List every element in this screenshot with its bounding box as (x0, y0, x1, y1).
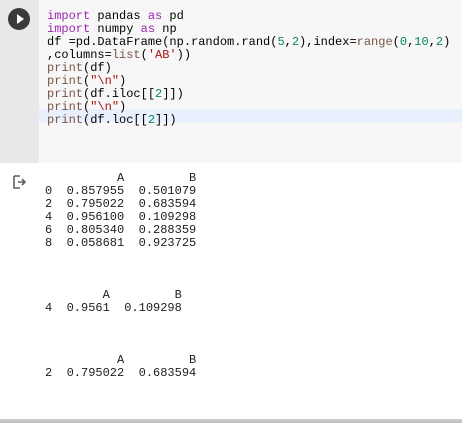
code-cell: import pandas as pd import numpy as np df … (0, 0, 462, 423)
code-token: ) (443, 35, 451, 49)
output-text: A B0 0.857955 0.501079 2 0.795022 0.68359… (45, 172, 196, 380)
code-token: (df.iloc[[ (83, 87, 156, 101)
code-text[interactable]: import pandas as pd import numpy as np df … (47, 10, 450, 127)
cell-output: A B0 0.857955 0.501079 2 0.795022 0.68359… (0, 163, 462, 421)
code-token: print (47, 87, 84, 101)
code-token: pandas (90, 9, 148, 23)
output-line: 2 0.795022 0.683594 (45, 366, 197, 380)
code-token: ),index= (299, 35, 357, 49)
code-token: ( (140, 48, 148, 62)
code-token: 2 (435, 35, 444, 49)
code-token: list (111, 48, 141, 62)
code-token: print (47, 100, 84, 114)
code-token: 5 (277, 35, 285, 49)
code-token: 2 (147, 113, 156, 127)
cell-bottom-border (0, 419, 462, 423)
code-token: ( (392, 35, 400, 49)
code-token: (df.loc[[ (83, 113, 148, 127)
code-token: 10 (414, 35, 429, 49)
play-icon (17, 14, 24, 24)
code-token: ]]) (155, 113, 177, 127)
code-token: df =pd.DataFrame(np.random.rand( (47, 35, 278, 49)
code-token: import (47, 9, 91, 23)
code-token: print (47, 74, 84, 88)
code-token: print (47, 61, 84, 75)
code-token: pd (162, 9, 184, 23)
code-token: ,columns= (47, 48, 112, 62)
output-arrow-icon[interactable] (12, 175, 26, 189)
code-token: ) (119, 100, 127, 114)
code-token: "\n" (90, 100, 120, 114)
code-token: , (428, 35, 436, 49)
code-token: ]]) (162, 87, 184, 101)
run-cell-button[interactable] (8, 8, 30, 30)
code-token: 0 (399, 35, 408, 49)
code-line[interactable]: print(df.loc[[2]]) (47, 114, 450, 127)
code-token: (df) (83, 61, 112, 75)
code-token: range (356, 35, 393, 49)
code-token: numpy (90, 22, 141, 36)
code-token: )) (176, 48, 192, 62)
code-token: 'AB' (147, 48, 177, 62)
code-token: import (47, 22, 91, 36)
code-token: "\n" (90, 74, 120, 88)
code-token: ) (119, 74, 127, 88)
code-token: 2 (291, 35, 300, 49)
output-line: 8 0.058681 0.923725 (45, 236, 197, 250)
code-token: as (147, 9, 163, 23)
code-token: print (47, 113, 84, 127)
code-token: , (284, 35, 292, 49)
output-line: 4 0.9561 0.109298 (45, 301, 182, 315)
code-token: as (140, 22, 156, 36)
code-token: np (155, 22, 177, 36)
cell-gutter (0, 0, 39, 163)
code-editor[interactable]: import pandas as pd import numpy as np df … (39, 0, 462, 163)
